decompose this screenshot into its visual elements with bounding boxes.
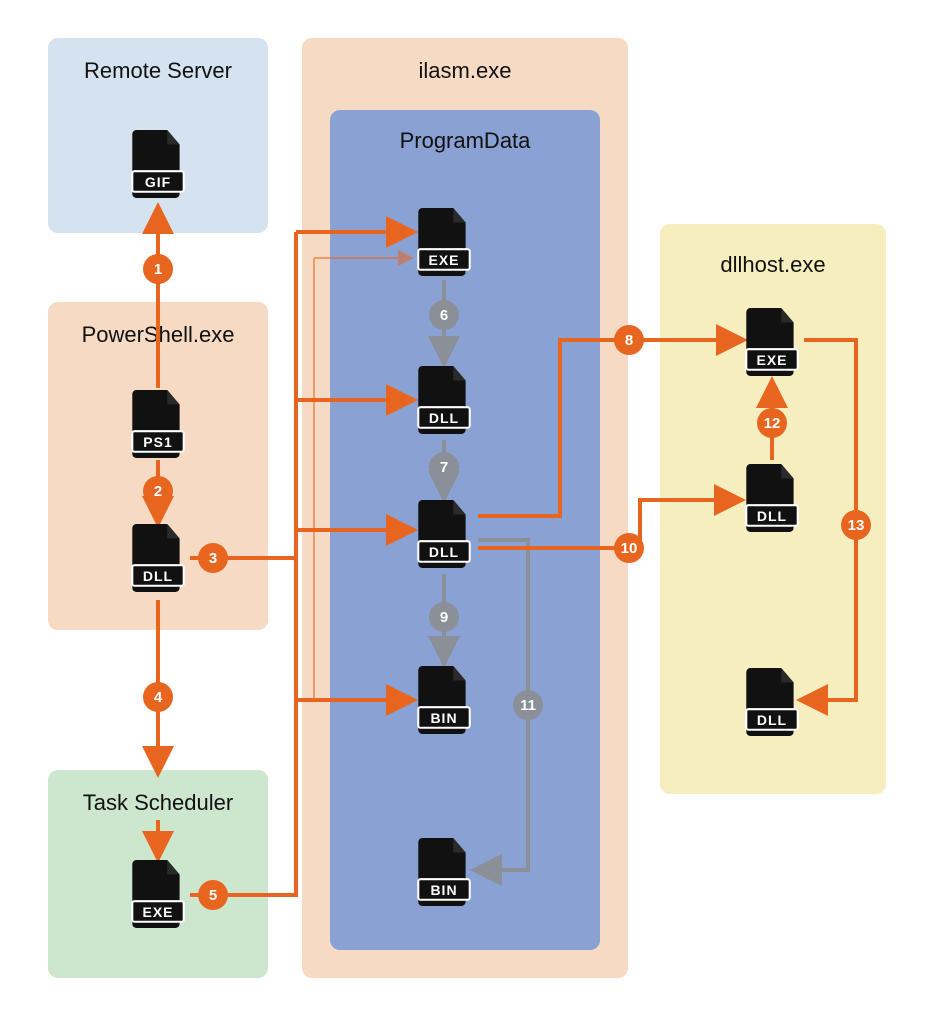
badge-2: 2 xyxy=(143,476,173,506)
badge-8: 8 xyxy=(614,325,644,355)
ilasm-title: ilasm.exe xyxy=(302,52,628,84)
file-dh-exe-icon: EXE xyxy=(742,306,802,378)
file-pd-dll2-label: DLL xyxy=(414,544,474,560)
file-ps-dll-label: DLL xyxy=(128,568,188,584)
task-scheduler-title: Task Scheduler xyxy=(48,784,268,816)
file-pd-bin2-icon: BIN xyxy=(414,836,474,908)
file-gif-label: GIF xyxy=(128,174,188,190)
remote-server-title: Remote Server xyxy=(48,52,268,84)
file-dh-dll2-label: DLL xyxy=(742,712,802,728)
file-ps-dll-icon: DLL xyxy=(128,522,188,594)
badge-3: 3 xyxy=(198,543,228,573)
badge-13: 13 xyxy=(841,510,871,540)
file-dh-dll1-label: DLL xyxy=(742,508,802,524)
file-pd-bin1-icon: BIN xyxy=(414,664,474,736)
file-ps1-icon: PS1 xyxy=(128,388,188,460)
badge-12: 12 xyxy=(757,408,787,438)
file-dh-dll2-icon: DLL xyxy=(742,666,802,738)
file-ps1-label: PS1 xyxy=(128,434,188,450)
file-pd-bin2-label: BIN xyxy=(414,882,474,898)
badge-11: 11 xyxy=(513,690,543,720)
file-pd-dll1-label: DLL xyxy=(414,410,474,426)
file-pd-dll2-icon: DLL xyxy=(414,498,474,570)
badge-5: 5 xyxy=(198,880,228,910)
badge-7: 7 xyxy=(429,452,459,482)
badge-1: 1 xyxy=(143,254,173,284)
file-pd-exe-icon: EXE xyxy=(414,206,474,278)
powershell-title: PowerShell.exe xyxy=(48,316,268,348)
file-ts-exe-icon: EXE xyxy=(128,858,188,930)
programdata-title: ProgramData xyxy=(330,110,600,154)
badge-4: 4 xyxy=(143,682,173,712)
badge-9: 9 xyxy=(429,602,459,632)
file-dh-dll1-icon: DLL xyxy=(742,462,802,534)
badge-10: 10 xyxy=(614,533,644,563)
file-ts-exe-label: EXE xyxy=(128,904,188,920)
dllhost-title: dllhost.exe xyxy=(660,238,886,278)
file-gif-icon: GIF xyxy=(128,128,188,200)
file-pd-bin1-label: BIN xyxy=(414,710,474,726)
file-pd-exe-label: EXE xyxy=(414,252,474,268)
file-dh-exe-label: EXE xyxy=(742,352,802,368)
badge-6: 6 xyxy=(429,300,459,330)
file-pd-dll1-icon: DLL xyxy=(414,364,474,436)
